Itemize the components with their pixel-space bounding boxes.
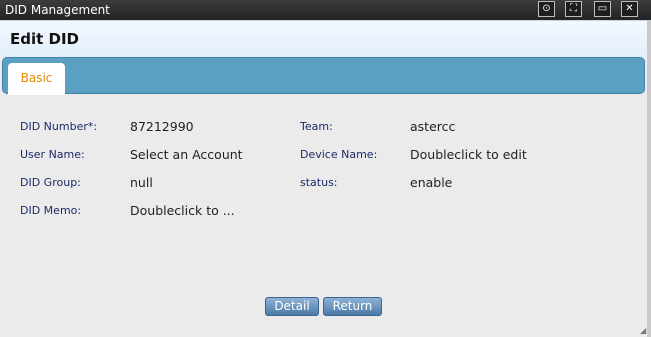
user-name-value[interactable]: Select an Account xyxy=(130,147,243,162)
device-name-label: Device Name: xyxy=(300,148,378,161)
did-number-label: DID Number*: xyxy=(20,120,98,133)
device-name-value[interactable]: Doubleclick to edit xyxy=(410,147,527,162)
status-label: status: xyxy=(300,176,338,189)
close-icon[interactable]: ✕ xyxy=(621,1,638,17)
maximize-icon[interactable]: ⛶ xyxy=(565,1,582,17)
user-name-label: User Name: xyxy=(20,148,85,161)
window-right-border xyxy=(647,20,651,337)
resize-grip-icon[interactable]: ◢ xyxy=(640,327,648,335)
panel-header: Edit DID xyxy=(0,20,651,57)
team-value[interactable]: astercc xyxy=(410,119,455,134)
did-group-label: DID Group: xyxy=(20,176,81,189)
did-memo-label: DID Memo: xyxy=(20,204,82,217)
tab-basic[interactable]: Basic xyxy=(8,63,65,95)
status-value[interactable]: enable xyxy=(410,175,452,190)
did-group-value[interactable]: null xyxy=(130,175,153,190)
tab-bar: Basic xyxy=(2,57,645,95)
restore-icon[interactable]: ⊙ xyxy=(538,1,555,17)
window-titlebar[interactable]: DID Management ⊙ ⛶ ▭ ✕ xyxy=(0,0,651,20)
page-title: Edit DID xyxy=(10,30,80,48)
did-number-value[interactable]: 87212990 xyxy=(130,119,194,134)
window-title: DID Management xyxy=(5,3,110,17)
return-button[interactable]: Return xyxy=(323,297,382,316)
team-label: Team: xyxy=(300,120,333,133)
did-memo-value[interactable]: Doubleclick to ... xyxy=(130,203,235,218)
minimize-icon[interactable]: ▭ xyxy=(594,1,611,17)
detail-button[interactable]: Detail xyxy=(265,297,319,316)
